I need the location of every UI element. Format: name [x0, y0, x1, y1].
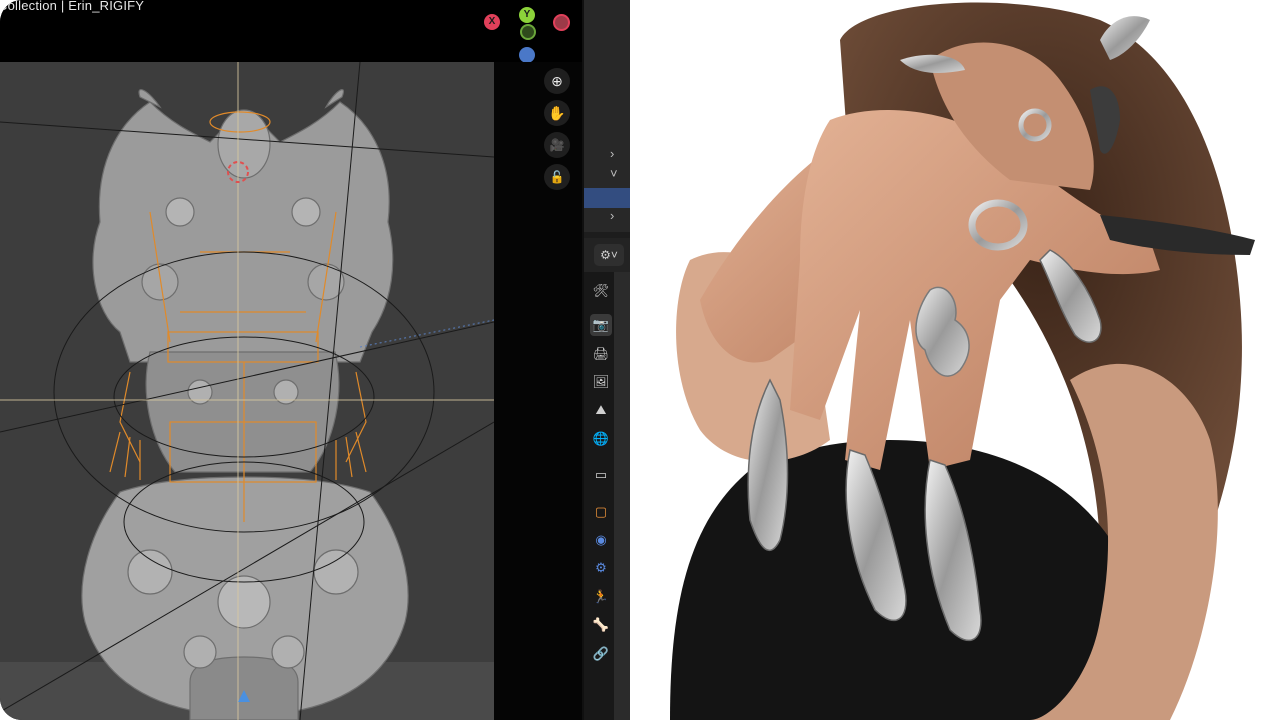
bone-tab-icon[interactable]: 🦴	[590, 614, 612, 636]
particles-tab-icon[interactable]: ⚙	[590, 557, 612, 579]
chevron-right-icon[interactable]: ›	[610, 146, 614, 161]
viewport-right-gutter	[494, 62, 582, 720]
object-tab-icon[interactable]: ▢	[590, 501, 612, 523]
camera-view-icon[interactable]: 🎥	[544, 132, 570, 158]
modifier-tab-icon[interactable]: ◉	[590, 529, 612, 551]
right-editors: › ˅ › ⚙︎˅ 🛠 📷 🖨 🖼 ⛰ 🌐 ▭ ▢ ◉ ⚙ 🏃 🦴 🔗	[582, 0, 630, 720]
properties-body[interactable]	[614, 272, 630, 720]
chevron-right-icon[interactable]: ›	[610, 208, 614, 223]
sculpted-model	[81, 89, 409, 720]
3d-viewport[interactable]	[0, 62, 494, 720]
split-frame: Collection | Erin_RIGIFY X Y ⊕ ✋ 🎥 🔓 › ˅…	[0, 0, 1280, 720]
zoom-icon[interactable]: ⊕	[544, 68, 570, 94]
lock-icon[interactable]: 🔓	[544, 164, 570, 190]
blender-window: Collection | Erin_RIGIFY X Y ⊕ ✋ 🎥 🔓 › ˅…	[0, 0, 630, 720]
view-layer-tab-icon[interactable]: 🖼	[590, 371, 612, 393]
world-tab-icon[interactable]: 🌐	[590, 428, 612, 450]
outliner-row[interactable]: ˅	[584, 166, 630, 186]
jewelry-photo	[630, 0, 1280, 720]
z-axis-handle[interactable]	[519, 47, 535, 63]
outliner-row[interactable]: ›	[584, 146, 630, 166]
photo-illustration	[670, 2, 1255, 720]
x-axis-label: X	[488, 16, 496, 27]
breadcrumb: Collection | Erin_RIGIFY	[0, 0, 145, 13]
tool-tab-icon[interactable]: 🛠	[590, 280, 612, 302]
neg-y-axis-handle[interactable]	[520, 24, 536, 40]
properties-tabs: 🛠 📷 🖨 🖼 ⛰ 🌐 ▭ ▢ ◉ ⚙ 🏃 🦴 🔗	[584, 272, 614, 720]
outliner[interactable]: › ˅ ›	[584, 0, 630, 232]
y-axis-label: Y	[523, 9, 531, 20]
output-tab-icon[interactable]: 🖨	[590, 343, 612, 365]
properties-header: ⚙︎˅	[584, 238, 630, 272]
editor-type-dropdown[interactable]: ⚙︎˅	[594, 244, 624, 266]
outliner-row[interactable]: ›	[584, 208, 630, 228]
hand-pan-icon[interactable]: ✋	[544, 100, 570, 126]
neg-x-axis-handle[interactable]	[553, 14, 570, 31]
render-tab-icon[interactable]: 📷	[590, 314, 612, 336]
outliner-row-selected[interactable]	[584, 188, 630, 208]
sculpt-scene	[0, 62, 494, 720]
viewport-header: Collection | Erin_RIGIFY X Y	[0, 0, 582, 63]
constraint-tab-icon[interactable]: 🔗	[590, 643, 612, 665]
physics-tab-icon[interactable]: 🏃	[590, 586, 612, 608]
collection-tab-icon[interactable]: ▭	[590, 464, 612, 486]
chevron-down-icon[interactable]: ˅	[610, 166, 618, 181]
scene-tab-icon[interactable]: ⛰	[590, 399, 612, 421]
